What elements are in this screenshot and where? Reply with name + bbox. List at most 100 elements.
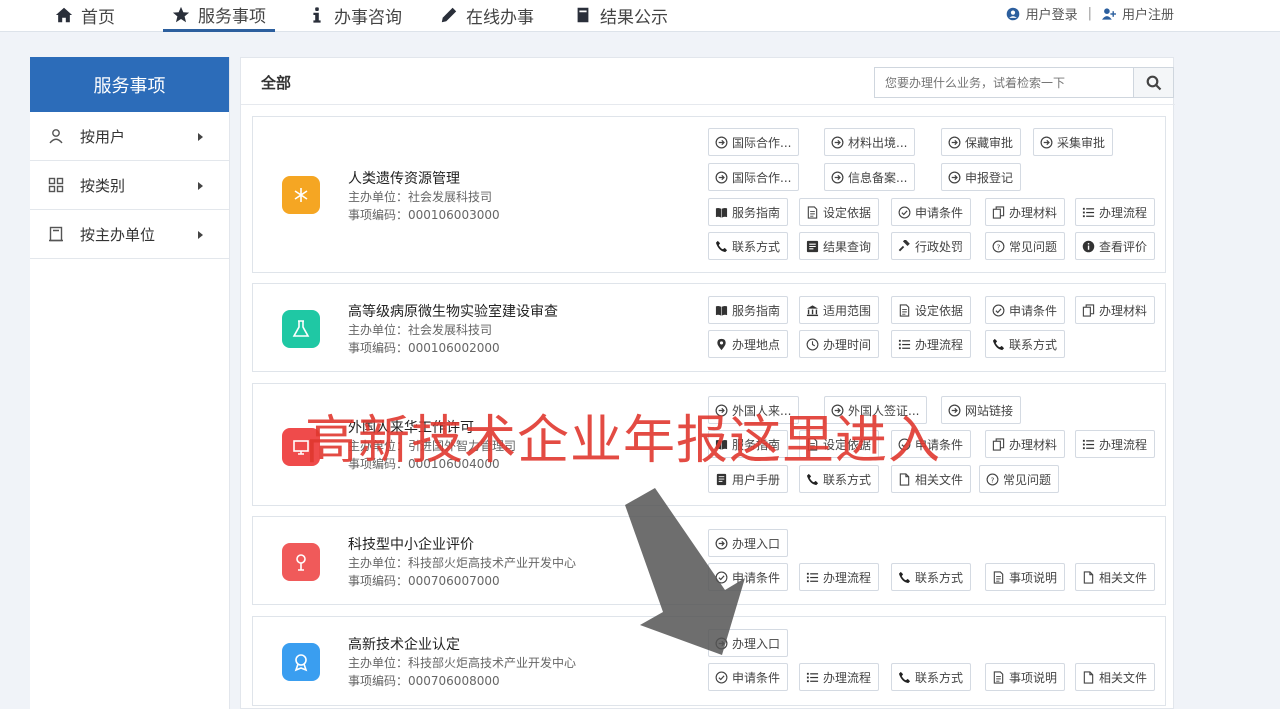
- arrow-circle-icon: [948, 171, 961, 184]
- service-action-button[interactable]: 设定依据: [799, 198, 880, 226]
- service-action-button[interactable]: 国际合作...: [708, 128, 800, 156]
- svg-text:?: ?: [991, 475, 995, 484]
- service-name[interactable]: 高新技术企业认定: [348, 634, 460, 654]
- button-label: 常见问题: [1003, 472, 1052, 487]
- service-action-button[interactable]: 联系方式: [891, 663, 972, 691]
- register-link[interactable]: 用户注册: [1122, 4, 1174, 23]
- phone-icon: [898, 571, 911, 584]
- gavel-icon: [898, 239, 911, 253]
- service-action-button[interactable]: ? 常见问题: [979, 465, 1060, 493]
- service-card: 人类遗传资源管理 主办单位：社会发展科技司 事项编码：000106003000 国际合…: [252, 116, 1166, 273]
- service-action-button[interactable]: 信息备案...: [824, 163, 916, 191]
- service-code: 事项编码：000706008000: [348, 674, 500, 688]
- check-circle-icon: [715, 571, 728, 584]
- book-icon: [715, 304, 728, 317]
- button-label: 用户手册: [732, 472, 781, 487]
- button-label: 申报登记: [965, 170, 1014, 185]
- nav-item-home[interactable]: 首页: [55, 0, 115, 30]
- service-action-button[interactable]: 办理流程: [799, 563, 880, 591]
- nav-item-results[interactable]: 结果公示: [574, 0, 668, 30]
- service-action-button[interactable]: 材料出境...: [824, 128, 916, 156]
- arrow-circle-icon: [715, 136, 728, 149]
- grid-icon: [48, 177, 64, 193]
- service-action-button[interactable]: 事项说明: [985, 663, 1066, 691]
- service-action-button[interactable]: 相关文件: [1075, 563, 1156, 591]
- button-label: 申请条件: [732, 670, 781, 685]
- service-action-button[interactable]: 采集审批: [1033, 128, 1114, 156]
- button-label: 信息备案...: [848, 170, 908, 185]
- service-action-button[interactable]: 服务指南: [708, 198, 789, 226]
- button-label: 设定依据: [823, 205, 872, 220]
- list-icon: [898, 338, 911, 351]
- service-action-button[interactable]: 适用范围: [799, 296, 880, 324]
- button-label: 联系方式: [915, 570, 964, 585]
- phone-icon: [898, 671, 911, 684]
- sidebar-item-label: 按主办单位: [80, 225, 156, 244]
- question-icon: ?: [986, 473, 999, 486]
- service-action-button[interactable]: 申请条件: [985, 296, 1066, 324]
- service-name[interactable]: 科技型中小企业评价: [348, 534, 474, 554]
- top-navigation: 首页 服务事项 办事咨询 在线办事 结果公示 用户登录 | 用户注册: [0, 0, 1280, 32]
- service-action-button[interactable]: 联系方式: [708, 232, 789, 260]
- search-button[interactable]: [1134, 67, 1174, 98]
- service-action-button[interactable]: 办理流程: [799, 663, 880, 691]
- service-action-button[interactable]: 服务指南: [708, 296, 789, 324]
- service-organizer: 主办单位：社会发展科技司: [348, 190, 493, 204]
- service-action-button[interactable]: 办理材料: [985, 198, 1066, 226]
- search-input[interactable]: [875, 68, 1133, 97]
- service-action-button[interactable]: 结果查询: [799, 232, 880, 260]
- service-action-button[interactable]: 联系方式: [985, 330, 1066, 358]
- service-action-button[interactable]: 查看评价: [1075, 232, 1156, 260]
- service-action-button[interactable]: 设定依据: [891, 296, 972, 324]
- service-action-button[interactable]: ? 常见问题: [985, 232, 1066, 260]
- service-name[interactable]: 人类遗传资源管理: [348, 168, 460, 188]
- service-action-button[interactable]: 联系方式: [891, 563, 972, 591]
- service-action-button[interactable]: 办理时间: [799, 330, 880, 358]
- sidebar-item-by-category[interactable]: 按类别: [30, 161, 229, 210]
- login-link[interactable]: 用户登录: [1026, 4, 1078, 23]
- service-action-button[interactable]: 申请条件: [708, 663, 789, 691]
- service-action-button[interactable]: 办理流程: [1075, 430, 1156, 458]
- nav-item-services[interactable]: 服务事项: [163, 0, 275, 32]
- service-action-button[interactable]: 办理材料: [1075, 296, 1156, 324]
- nav-item-consult[interactable]: 办事咨询: [308, 0, 402, 30]
- star-icon: [172, 6, 190, 22]
- book-icon: [577, 7, 589, 23]
- button-label: 保藏审批: [965, 135, 1014, 150]
- list-icon: [1082, 438, 1095, 451]
- bulb-icon: [282, 543, 320, 581]
- nav-item-online[interactable]: 在线办事: [440, 0, 534, 30]
- info-circle-icon: [1082, 240, 1095, 253]
- service-name[interactable]: 高等级病原微生物实验室建设审查: [348, 301, 558, 321]
- nav-item-label: 首页: [81, 7, 115, 28]
- service-action-button[interactable]: 办理入口: [708, 529, 789, 557]
- button-label: 联系方式: [1009, 337, 1058, 352]
- service-action-button[interactable]: 办理入口: [708, 629, 789, 657]
- service-card: 科技型中小企业评价 主办单位：科技部火炬高技术产业开发中心 事项编码：0007060…: [252, 516, 1166, 605]
- sidebar-item-by-organizer[interactable]: 按主办单位: [30, 210, 229, 259]
- nav-item-label: 服务事项: [198, 7, 266, 27]
- service-action-button[interactable]: 网站链接: [941, 396, 1022, 424]
- service-action-button[interactable]: 申请条件: [891, 198, 972, 226]
- copy-icon: [992, 437, 1005, 451]
- service-action-button[interactable]: 办理材料: [985, 430, 1066, 458]
- service-action-button[interactable]: 办理流程: [1075, 198, 1156, 226]
- award-icon: [282, 643, 320, 681]
- sidebar: 服务事项 按用户 按类别 按主办单位: [30, 57, 230, 709]
- arrow-circle-icon: [948, 136, 961, 149]
- service-action-button[interactable]: 行政处罚: [891, 232, 972, 260]
- service-action-button[interactable]: 申请条件: [708, 563, 789, 591]
- arrow-circle-icon: [948, 404, 961, 417]
- button-label: 办理地点: [732, 337, 781, 352]
- check-circle-icon: [715, 671, 728, 684]
- service-action-button[interactable]: 申报登记: [941, 163, 1022, 191]
- service-action-button[interactable]: 国际合作...: [708, 163, 800, 191]
- service-action-button[interactable]: 办理流程: [891, 330, 972, 358]
- service-organizer: 主办单位：科技部火炬高技术产业开发中心: [348, 656, 577, 670]
- service-action-button[interactable]: 保藏审批: [941, 128, 1022, 156]
- sidebar-item-by-user[interactable]: 按用户: [30, 112, 229, 161]
- service-action-button[interactable]: 相关文件: [1075, 663, 1156, 691]
- list-icon: [806, 571, 819, 584]
- service-action-button[interactable]: 办理地点: [708, 330, 789, 358]
- service-action-button[interactable]: 事项说明: [985, 563, 1066, 591]
